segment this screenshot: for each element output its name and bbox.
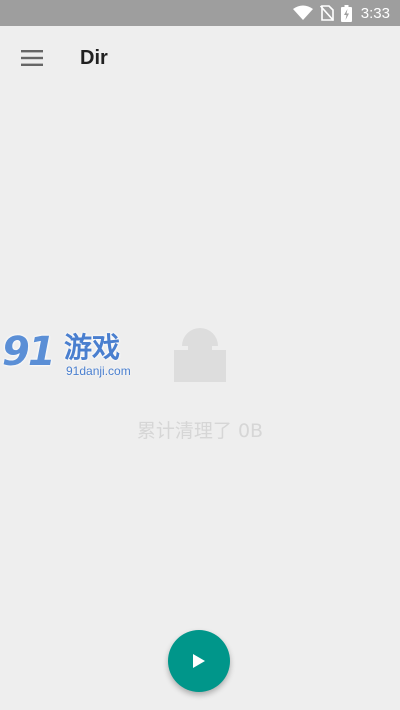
status-bar: 3:33 [0,0,400,26]
watermark-url: 91danji.com [66,364,131,378]
play-fab-button[interactable] [168,630,230,692]
app-bar: Dir [0,26,400,90]
status-icons: 3:33 [292,0,390,26]
battery-charging-icon [340,4,352,22]
watermark: 91 游戏 91danji.com [0,330,140,382]
wifi-icon [292,5,313,20]
cleaned-total-text: 累计清理了 0B [136,420,264,442]
play-icon [193,654,205,668]
no-sim-icon [319,5,334,21]
watermark-name: 游戏 [64,331,121,364]
hamburger-menu-icon [21,50,43,66]
watermark-logo: 91 [2,329,56,375]
app-title: Dir [80,47,108,69]
menu-button[interactable] [12,38,52,78]
lock-icon [174,328,226,382]
status-time: 3:33 [360,4,390,22]
